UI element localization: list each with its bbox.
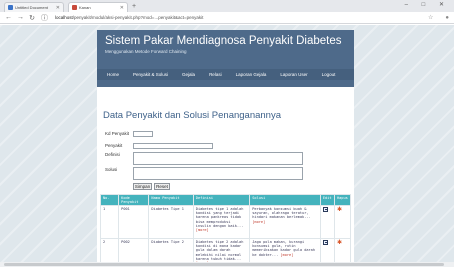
penyakit-table: No. Kode Penyakit Nama Penyakit Definisi… — [99, 194, 352, 267]
cell-nama: Diabetes Tipe 1 — [148, 205, 194, 239]
content-panel: Data Penyakit dan Solusi Penanganannya K… — [97, 87, 354, 267]
url-path: /penyakit/modul/aksi-penyakit.php?mod=..… — [72, 15, 204, 20]
menu-item-gejala[interactable]: Gejala — [182, 72, 195, 77]
menu-item-penyakit-solusi[interactable]: Penyakit & Solusi — [133, 72, 168, 77]
back-icon[interactable]: ← — [5, 14, 12, 21]
definisi-more-link[interactable]: [more] — [196, 228, 209, 232]
main-menu: Home Penyakit & Solusi Gejala Relasi Lap… — [97, 69, 354, 80]
address-bar: ← → ↻ ⓘ localhost /penyakit/modul/aksi-p… — [0, 12, 454, 24]
scrollbar-thumb[interactable] — [4, 263, 444, 266]
kd-penyakit-label: Kd Penyakit — [105, 131, 130, 136]
page-favicon-icon — [8, 5, 13, 10]
column-header-edit: Edit — [319, 194, 335, 206]
profile-icon[interactable]: ● — [445, 15, 449, 21]
close-tab-icon[interactable]: ✕ — [56, 5, 60, 11]
forward-icon[interactable]: → — [17, 14, 24, 21]
definisi-text: Diabetes tipe 1 adalah kondisi yang terj… — [195, 207, 244, 228]
definisi-textarea[interactable] — [133, 152, 303, 165]
solusi-more-link[interactable]: [more] — [280, 253, 293, 257]
solusi-text: Perbanyak konsumsi buah & sayuran, olahr… — [252, 207, 311, 220]
solusi-textarea[interactable] — [133, 167, 303, 180]
tab-title: Kanan — [79, 5, 91, 10]
form-row-definisi: Definisi — [105, 152, 303, 165]
table-row: 1 P001 Diabetes Tipe 1 Diabetes tipe 1 a… — [99, 205, 352, 239]
menu-item-relasi[interactable]: Relasi — [209, 72, 222, 77]
menu-item-logout[interactable]: Logout — [322, 72, 336, 77]
new-tab-button[interactable]: + — [132, 2, 136, 12]
close-tab-icon[interactable]: ✕ — [120, 5, 124, 11]
tab-title: Untitled Document — [15, 5, 48, 10]
menu-item-laporan-gejala[interactable]: Laporan Gejala — [236, 72, 267, 77]
penyakit-label: Penyakit — [105, 143, 123, 148]
url-host: localhost — [55, 15, 73, 20]
delete-icon[interactable]: ✱ — [337, 240, 342, 246]
page-background: Sistem Pakar Mendiagnosa Penyakit Diabet… — [0, 25, 454, 267]
cell-definisi: Diabetes tipe 1 adalah kondisi yang terj… — [192, 205, 251, 239]
reload-icon[interactable]: ↻ — [29, 14, 35, 22]
cell-kode: P001 — [118, 205, 150, 239]
site-title: Sistem Pakar Mendiagnosa Penyakit Diabet… — [105, 35, 342, 47]
definisi-text: Diabetes tipe 2 adalah kondisi di mana k… — [195, 240, 244, 261]
edit-icon[interactable] — [322, 240, 328, 245]
penyakit-input[interactable] — [133, 143, 213, 149]
site-subtitle: Menggunakan Metode Forward Chaining — [105, 49, 187, 54]
column-header-kode: Kode Penyakit — [118, 194, 150, 206]
kd-penyakit-input[interactable] — [133, 131, 153, 137]
column-header-hapus: Hapus — [333, 194, 352, 206]
browser-tab-1[interactable]: Untitled Document ✕ — [4, 2, 64, 12]
site-header: Sistem Pakar Mendiagnosa Penyakit Diabet… — [97, 30, 354, 87]
save-button[interactable]: Simpan — [133, 183, 152, 190]
browser-tab-2[interactable]: Kanan ✕ — [68, 2, 128, 12]
page-title: Data Penyakit dan Solusi Penanganannya — [103, 110, 281, 121]
bookmark-star-icon[interactable]: ☆ — [428, 14, 433, 21]
menu-item-home[interactable]: Home — [107, 72, 119, 77]
reset-button[interactable]: Reset — [154, 183, 170, 190]
cell-hapus: ✱ — [333, 205, 352, 239]
column-header-nama: Nama Penyakit — [148, 194, 194, 206]
cell-solusi: Perbanyak konsumsi buah & sayuran, olahr… — [249, 205, 321, 239]
url-field[interactable]: localhost /penyakit/modul/aksi-penyakit.… — [53, 13, 416, 22]
form-row-penyakit: Penyakit — [105, 143, 213, 149]
menu-item-laporan-user[interactable]: Laporan User — [280, 72, 307, 77]
horizontal-scrollbar[interactable] — [0, 262, 454, 267]
solusi-label: Solusi — [105, 167, 118, 172]
definisi-label: Definisi — [105, 152, 120, 157]
page-favicon-icon — [72, 5, 77, 10]
column-header-definisi: Definisi — [192, 194, 251, 206]
column-header-solusi: Solusi — [249, 194, 321, 206]
window-controls[interactable]: – □ ✕ — [405, 1, 450, 8]
column-header-no: No. — [99, 194, 120, 206]
edit-icon[interactable] — [322, 207, 328, 212]
table-header-row: No. Kode Penyakit Nama Penyakit Definisi… — [99, 194, 352, 206]
cell-no: 1 — [99, 205, 120, 239]
form-row-solusi: Solusi — [105, 167, 303, 180]
browser-tab-bar: Untitled Document ✕ Kanan ✕ + – □ ✕ — [0, 0, 454, 12]
solusi-more-link[interactable]: [more] — [252, 220, 265, 224]
form-row-kd: Kd Penyakit — [105, 131, 153, 137]
delete-icon[interactable]: ✱ — [337, 207, 342, 213]
cell-edit — [319, 205, 335, 239]
info-icon[interactable]: ⓘ — [41, 13, 48, 23]
